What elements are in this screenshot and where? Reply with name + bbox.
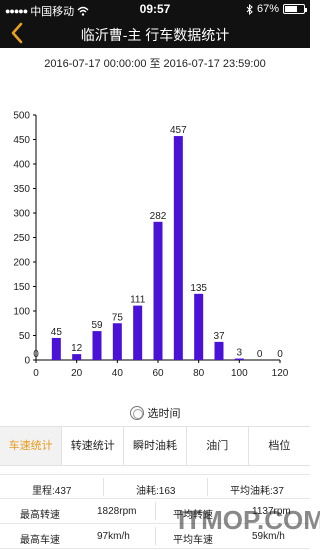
bar <box>112 323 122 360</box>
bar <box>234 358 244 360</box>
divider <box>155 502 156 520</box>
app-header: 临沂曹-主 行车数据统计 <box>0 18 310 48</box>
bar <box>72 354 82 360</box>
y-tick-label: 50 <box>19 331 31 342</box>
avg-fuel-value: 平均油耗:37 <box>230 486 284 497</box>
data-label: 37 <box>213 331 225 342</box>
data-label: 457 <box>170 125 187 136</box>
y-tick-label: 250 <box>13 233 30 244</box>
tab-rpm-stats[interactable]: 转速统计 <box>62 427 125 465</box>
time-range-label: 2016-07-17 00:00:00 至 2016-07-17 23:59:0… <box>44 58 266 70</box>
y-tick-label: 350 <box>13 184 30 195</box>
bar <box>153 221 163 360</box>
x-tick-label: 20 <box>71 368 83 379</box>
bar <box>194 293 204 360</box>
mileage-value: 里程:437 <box>32 486 72 497</box>
x-tick-label: 80 <box>193 368 205 379</box>
stats-row-summary: 里程:437 油耗:163 平均油耗:37 <box>0 474 310 499</box>
clock-icon <box>129 406 144 420</box>
data-label: 45 <box>51 327 63 338</box>
y-tick-label: 400 <box>13 160 30 171</box>
y-tick-label: 500 <box>13 111 30 122</box>
bar <box>214 341 224 360</box>
y-tick-label: 0 <box>24 356 30 367</box>
fuel-value: 油耗:163 <box>136 486 176 497</box>
x-tick-label: 120 <box>272 368 289 379</box>
y-tick-label: 200 <box>13 258 30 269</box>
max-speed-label: 最高车速 <box>20 535 60 546</box>
data-label: 12 <box>71 343 83 354</box>
stat-tabs: 车速统计 转速统计 瞬时油耗 油门 档位 <box>0 426 310 466</box>
data-label: 3 <box>237 348 243 359</box>
pick-time-button[interactable]: 选时间 <box>0 405 310 421</box>
battery-icon <box>283 4 307 14</box>
x-tick-label: 0 <box>33 368 39 379</box>
watermark-logo: ITMOP.COM <box>178 505 320 535</box>
max-speed-value: 97km/h <box>97 531 130 542</box>
battery-fill <box>285 6 298 12</box>
data-label: 0 <box>33 349 39 360</box>
y-tick-label: 300 <box>13 209 30 220</box>
bluetooth-icon <box>246 3 253 15</box>
divider <box>207 478 208 496</box>
y-tick-label: 150 <box>13 282 30 293</box>
bar <box>133 305 143 360</box>
tab-speed-stats[interactable]: 车速统计 <box>0 427 63 465</box>
max-rpm-label: 最高转速 <box>20 510 60 521</box>
bar <box>173 136 183 360</box>
tab-instant-fuel[interactable]: 瞬时油耗 <box>124 427 187 465</box>
x-tick-label: 60 <box>152 368 164 379</box>
data-label: 59 <box>91 320 103 331</box>
bar <box>92 331 102 360</box>
tab-gear[interactable]: 档位 <box>249 427 310 465</box>
divider <box>103 478 104 496</box>
tab-throttle[interactable]: 油门 <box>187 427 249 465</box>
bar <box>51 337 61 360</box>
data-label: 0 <box>277 349 283 360</box>
battery-percent: 67% <box>256 3 279 15</box>
data-label: 135 <box>190 283 207 294</box>
status-bar: ●●●●● 中国移动 09:57 67% <box>0 0 310 18</box>
max-rpm-value: 1828rpm <box>97 506 137 517</box>
y-tick-label: 100 <box>13 307 30 318</box>
divider <box>155 527 156 545</box>
data-label: 111 <box>130 295 146 306</box>
data-label: 0 <box>257 349 263 360</box>
x-tick-label: 40 <box>112 368 124 379</box>
status-right: 67% <box>246 3 307 15</box>
x-tick-label: 100 <box>231 368 248 379</box>
page-title: 临沂曹-主 行车数据统计 <box>80 27 230 43</box>
y-tick-label: 450 <box>13 135 30 146</box>
data-label: 75 <box>112 312 124 323</box>
data-label: 282 <box>150 211 167 222</box>
pick-time-label: 选时间 <box>147 408 181 420</box>
speed-bar-chart: 0501001502002503003504004505000 20 40 60 80 1… <box>13 111 289 380</box>
